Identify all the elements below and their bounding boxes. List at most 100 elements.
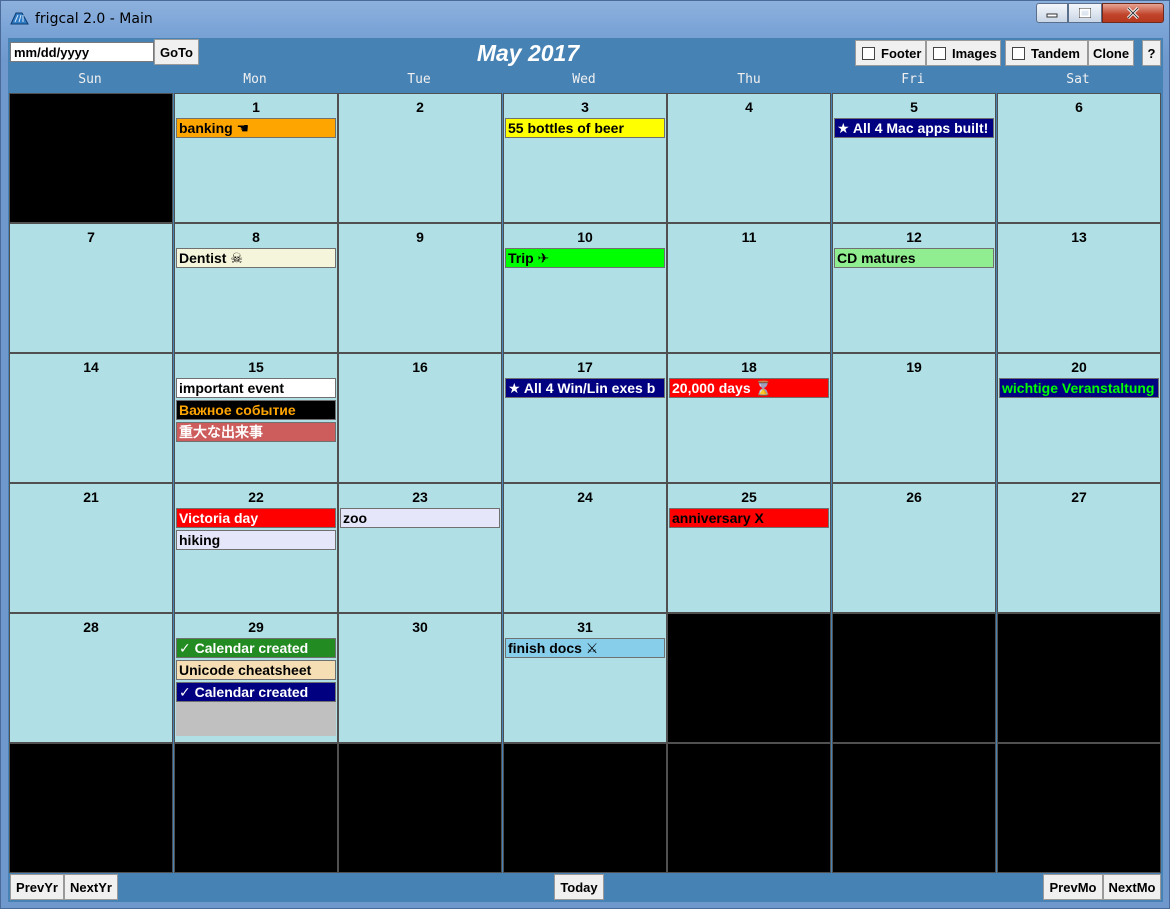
day-cell[interactable]: 26 (832, 483, 996, 613)
event-entry[interactable]: wichtige Veranstaltung (999, 378, 1159, 398)
month-title: May 2017 (476, 40, 580, 66)
day-cell[interactable]: 13 (997, 223, 1161, 353)
empty-day-cell[interactable] (9, 93, 173, 223)
empty-day-cell[interactable] (997, 613, 1161, 743)
day-number: 24 (577, 489, 593, 505)
day-number: 29 (248, 619, 264, 635)
empty-day-cell[interactable] (338, 743, 502, 873)
event-entry[interactable]: Dentist ☠ (176, 248, 336, 268)
weekday-tue: Tue (407, 72, 431, 87)
close-icon (1126, 7, 1140, 19)
day-cell[interactable]: 9 (338, 223, 502, 353)
event-entry[interactable]: banking ☚ (176, 118, 336, 138)
event-entry[interactable]: hiking (176, 530, 336, 550)
clone-button[interactable]: Clone (1088, 40, 1134, 66)
day-cell[interactable]: 4 (667, 93, 831, 223)
event-entry[interactable]: Важное событие (176, 400, 336, 420)
close-button[interactable] (1102, 3, 1164, 23)
images-checkbox[interactable]: Images (926, 40, 1001, 66)
day-cell[interactable]: 16 (338, 353, 502, 483)
day-cell[interactable]: 10 Trip ✈ (503, 223, 667, 353)
day-number: 31 (577, 619, 593, 635)
title-bar[interactable]: frigcal 2.0 - Main (1, 1, 1169, 35)
empty-day-cell[interactable] (997, 743, 1161, 873)
minimize-button[interactable] (1036, 3, 1068, 23)
day-cell[interactable]: 17 ★ All 4 Win/Lin exes b (503, 353, 667, 483)
empty-day-cell[interactable] (832, 613, 996, 743)
empty-day-cell[interactable] (832, 743, 996, 873)
day-cell[interactable]: 18 20,000 days ⌛ (667, 353, 831, 483)
day-cell[interactable]: 28 (9, 613, 173, 743)
day-cell[interactable]: 11 (667, 223, 831, 353)
day-cell[interactable]: 6 (997, 93, 1161, 223)
day-cell[interactable]: 1 banking ☚ (174, 93, 338, 223)
day-cell[interactable]: 3 55 bottles of beer (503, 93, 667, 223)
event-entry[interactable]: Victoria day (176, 508, 336, 528)
day-cell[interactable]: 24 (503, 483, 667, 613)
next-year-button[interactable]: NextYr (64, 874, 118, 900)
day-number: 3 (581, 99, 589, 115)
event-entry[interactable]: ★ All 4 Mac apps built! (834, 118, 994, 138)
footer-checkbox[interactable]: Footer (855, 40, 926, 66)
day-cell[interactable]: 15 important event Важное событие 重大な出来事 (174, 353, 338, 483)
prev-month-button[interactable]: PrevMo (1043, 874, 1103, 900)
event-entry[interactable]: ✓ Calendar created (176, 638, 336, 658)
day-cell[interactable]: 2 (338, 93, 502, 223)
event-entry[interactable]: Unicode cheatsheet (176, 660, 336, 680)
day-cell[interactable]: 19 (832, 353, 996, 483)
checkbox-icon (862, 46, 875, 60)
event-entry[interactable]: ★ All 4 Win/Lin exes b (505, 378, 665, 398)
day-cell[interactable]: 27 (997, 483, 1161, 613)
day-number: 8 (252, 229, 260, 245)
day-cell[interactable]: 20 wichtige Veranstaltung (997, 353, 1161, 483)
date-input[interactable] (10, 42, 154, 62)
help-button[interactable]: ? (1142, 40, 1161, 66)
event-entry[interactable]: zoo (340, 508, 500, 528)
day-cell[interactable]: 25 anniversary X (667, 483, 831, 613)
day-cell[interactable]: 22 Victoria day hiking (174, 483, 338, 613)
day-cell[interactable]: 21 (9, 483, 173, 613)
empty-day-cell[interactable] (667, 613, 831, 743)
day-cell[interactable]: 5 ★ All 4 Mac apps built! (832, 93, 996, 223)
event-entry[interactable]: anniversary X (669, 508, 829, 528)
day-cell[interactable]: 12 CD matures (832, 223, 996, 353)
empty-day-cell[interactable] (174, 743, 338, 873)
day-cell[interactable]: 30 (338, 613, 502, 743)
day-cell[interactable]: 7 (9, 223, 173, 353)
day-cell[interactable]: 31 finish docs ⚔ (503, 613, 667, 743)
month-grid: 1 banking ☚ 2 3 55 bottles of beer 4 5 ★ All 4 … (9, 93, 1161, 873)
event-entry[interactable]: important event (176, 378, 336, 398)
weekday-sat: Sat (1066, 72, 1090, 87)
day-cell[interactable]: 23 zoo (338, 483, 502, 613)
today-button[interactable]: Today (554, 874, 604, 900)
empty-day-cell[interactable] (503, 743, 667, 873)
event-entry[interactable]: 重大な出来事 (176, 422, 336, 442)
maximize-button[interactable] (1068, 3, 1102, 23)
event-entry[interactable]: CD matures (834, 248, 994, 268)
toolbar: GoTo May 2017 Footer Images Tandem Clone… (8, 38, 1163, 68)
event-entry[interactable]: finish docs ⚔ (505, 638, 665, 658)
event-entry[interactable]: ✓ Calendar created (176, 682, 336, 702)
day-number: 30 (412, 619, 428, 635)
empty-day-cell[interactable] (667, 743, 831, 873)
day-number: 12 (906, 229, 922, 245)
day-number: 22 (248, 489, 264, 505)
window-title: frigcal 2.0 - Main (35, 11, 153, 27)
day-cell[interactable]: 8 Dentist ☠ (174, 223, 338, 353)
day-cell[interactable]: 29 ✓ Calendar created Unicode cheatsheet ✓ … (174, 613, 338, 743)
goto-button[interactable]: GoTo (154, 39, 199, 65)
empty-day-cell[interactable] (9, 743, 173, 873)
day-number: 11 (741, 229, 757, 245)
event-entry[interactable]: Trip ✈ (505, 248, 665, 268)
day-number: 5 (910, 99, 918, 115)
day-number: 7 (87, 229, 95, 245)
calendar-client: GoTo May 2017 Footer Images Tandem Clone… (8, 38, 1163, 902)
tandem-checkbox[interactable]: Tandem (1005, 40, 1088, 66)
prev-year-button[interactable]: PrevYr (10, 874, 64, 900)
event-entry[interactable]: 20,000 days ⌛ (669, 378, 829, 398)
day-cell[interactable]: 14 (9, 353, 173, 483)
next-month-button[interactable]: NextMo (1103, 874, 1161, 900)
event-entry[interactable]: 55 bottles of beer (505, 118, 665, 138)
weekday-wed: Wed (572, 72, 596, 87)
day-number: 6 (1075, 99, 1083, 115)
